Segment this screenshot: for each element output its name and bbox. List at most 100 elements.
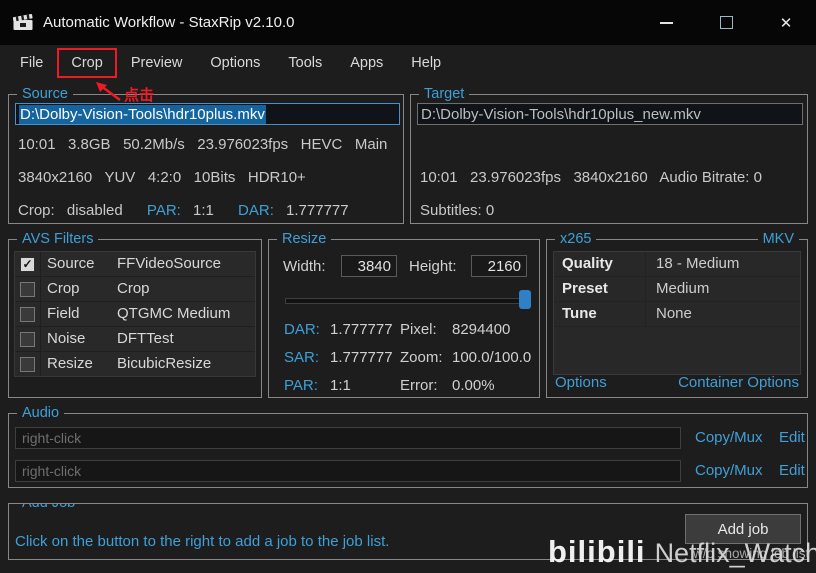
avs-source-checkbox[interactable]: ✓ [15, 252, 41, 276]
avs-row-crop[interactable]: Crop Crop [15, 277, 255, 302]
audio-track1-input[interactable] [15, 427, 681, 449]
x265-settings-table: Quality 18 - Medium Preset Medium Tune N… [553, 251, 801, 375]
annotation-arrow-icon [96, 82, 121, 102]
error-value: 0.00% [452, 377, 495, 394]
menu-help[interactable]: Help [397, 48, 455, 78]
x265-setting-value: Medium [656, 280, 710, 297]
pixel-value: 8294400 [452, 321, 511, 338]
par-value: 1:1 [330, 377, 351, 394]
resize-slider-handle[interactable] [519, 290, 531, 309]
height-label: Height: [409, 258, 457, 275]
height-input[interactable] [471, 255, 527, 277]
avs-filter-name: Crop [47, 280, 80, 297]
avs-filters-group: AVS Filters ✓ Source FFVideoSource Crop … [8, 230, 262, 398]
target-path-field[interactable]: D:\Dolby-Vision-Tools\hdr10plus_new.mkv [417, 103, 803, 125]
menu-bar: File Crop Preview Options Tools Apps Hel… [0, 45, 816, 80]
annotation-text: 点击 [124, 87, 155, 104]
checkbox-unchecked-icon [20, 306, 35, 322]
checkbox-unchecked-icon [20, 281, 35, 297]
target-info-line2: Subtitles: 0 [420, 202, 495, 219]
menu-file[interactable]: File [6, 48, 57, 78]
sar-label: SAR: [284, 349, 320, 366]
x265-setting-value: None [656, 305, 692, 322]
avs-filter-name: Source [47, 255, 95, 272]
avs-row-source[interactable]: ✓ Source FFVideoSource [15, 252, 255, 277]
menu-options[interactable]: Options [196, 48, 274, 78]
audio-track1-edit-link[interactable]: Edit [779, 427, 805, 449]
source-path-field[interactable]: D:\Dolby-Vision-Tools\hdr10plus.mkv [15, 103, 400, 125]
menu-tools[interactable]: Tools [274, 48, 336, 78]
resize-stats-row: PAR: 1:1 Error: 0.00% [284, 377, 495, 395]
x265-setting-value: 18 - Medium [656, 255, 740, 272]
resize-slider-track[interactable] [285, 298, 523, 304]
checkbox-unchecked-icon [20, 356, 35, 372]
x265-setting-name: Tune [554, 302, 646, 326]
avs-resize-checkbox[interactable] [15, 352, 41, 376]
x265-quality-row[interactable]: Quality 18 - Medium [554, 252, 800, 277]
source-info-line3: Crop: disabled PAR: 1:1 DAR: 1.777777 [18, 202, 369, 219]
target-path-text: D:\Dolby-Vision-Tools\hdr10plus_new.mkv [421, 105, 701, 123]
source-par-label: PAR: [146, 202, 181, 219]
avs-row-resize[interactable]: Resize BicubicResize [15, 352, 255, 376]
source-dar-value: 1.777777 [286, 202, 349, 219]
audio-track1-copymux-link[interactable]: Copy/Mux [695, 427, 763, 449]
source-info-line2: 3840x2160 YUV 4:2:0 10Bits HDR10+ [18, 169, 306, 186]
menu-apps[interactable]: Apps [336, 48, 397, 78]
avs-filter-value: FFVideoSource [117, 255, 221, 272]
audio-track2-input[interactable] [15, 460, 681, 482]
target-info-line1: 10:01 23.976023fps 3840x2160 Audio Bitra… [420, 169, 762, 186]
x265-setting-name: Quality [554, 252, 646, 276]
window-title: Automatic Workflow - StaxRip v2.10.0 [43, 14, 295, 31]
avs-row-field[interactable]: Field QTGMC Medium [15, 302, 255, 327]
x265-tune-row[interactable]: Tune None [554, 302, 800, 327]
container-options-link[interactable]: Container Options [678, 374, 799, 391]
resize-stats-row: SAR: 1.777777 Zoom: 100.0/100.0 [284, 349, 531, 367]
audio-track2-edit-link[interactable]: Edit [779, 460, 805, 482]
source-group-title: Source [17, 85, 73, 103]
dar-value: 1.777777 [330, 321, 393, 338]
add-job-group-title: Add Job [17, 504, 81, 512]
minimize-button[interactable] [636, 0, 696, 45]
checkbox-checked-icon: ✓ [20, 256, 35, 272]
resize-group: Resize Width: Height: DAR: 1.777777 Pixel:… [268, 230, 540, 398]
avs-filter-name: Field [47, 305, 80, 322]
maximize-icon [719, 16, 733, 29]
avs-row-noise[interactable]: Noise DFTTest [15, 327, 255, 352]
target-group-title: Target [419, 85, 470, 103]
bilibili-logo: bilibili [548, 534, 646, 569]
width-label: Width: [283, 258, 326, 275]
avs-filters-group-title: AVS Filters [17, 230, 99, 248]
source-path-text: D:\Dolby-Vision-Tools\hdr10plus.mkv [19, 104, 266, 124]
avs-filter-table: ✓ Source FFVideoSource Crop Crop Field Q… [14, 251, 256, 377]
container-format-label[interactable]: MKV [757, 230, 799, 248]
x265-preset-row[interactable]: Preset Medium [554, 277, 800, 302]
options-link[interactable]: Options [555, 374, 607, 391]
title-bar: Automatic Workflow - StaxRip v2.10.0 ✕ [0, 0, 816, 45]
source-info-line1: 10:01 3.8GB 50.2Mb/s 23.976023fps HEVC M… [18, 136, 388, 153]
source-crop-label: Crop: [18, 202, 55, 219]
minimize-icon [659, 21, 673, 24]
avs-field-checkbox[interactable] [15, 302, 41, 326]
avs-noise-checkbox[interactable] [15, 327, 41, 351]
zoom-value: 100.0/100.0 [452, 349, 532, 366]
close-icon: ✕ [779, 14, 793, 32]
checkbox-unchecked-icon [20, 331, 35, 347]
watermark: bilibili Netflix_Watcher [548, 534, 816, 570]
source-crop-value: disabled [66, 202, 123, 219]
menu-crop[interactable]: Crop [57, 47, 117, 78]
avs-crop-checkbox[interactable] [15, 277, 41, 301]
source-group: Source D:\Dolby-Vision-Tools\hdr10plus.m… [8, 85, 404, 224]
close-button[interactable]: ✕ [756, 0, 816, 45]
audio-group: Audio Copy/Mux Edit Copy/Mux Edit [8, 404, 808, 488]
maximize-button[interactable] [696, 0, 756, 45]
x265-group-title: x265 [555, 230, 597, 248]
menu-preview[interactable]: Preview [117, 48, 197, 78]
target-group: Target D:\Dolby-Vision-Tools\hdr10plus_n… [410, 85, 808, 224]
add-job-hint: Click on the button to the right to add … [15, 533, 390, 550]
width-input[interactable] [341, 255, 397, 277]
audio-track2-copymux-link[interactable]: Copy/Mux [695, 460, 763, 482]
x265-links-row: Options Container Options [555, 374, 799, 391]
source-dar-label: DAR: [238, 202, 274, 219]
x265-setting-name: Preset [554, 277, 646, 301]
resize-stats-row: DAR: 1.777777 Pixel: 8294400 [284, 321, 510, 339]
